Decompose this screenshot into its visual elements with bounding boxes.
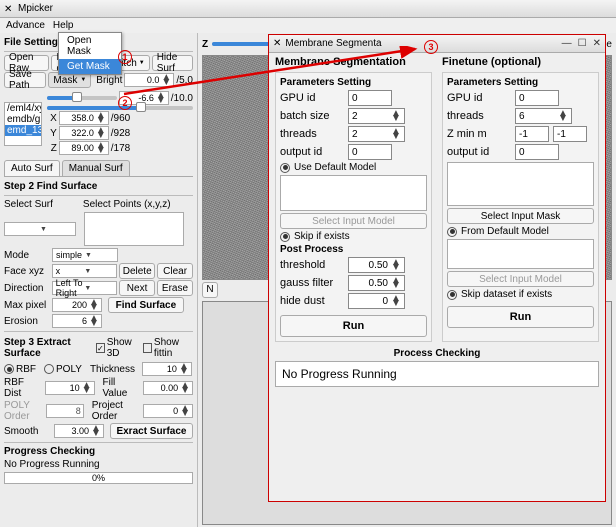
ft-output-input[interactable] [515, 144, 559, 160]
get-mask-item[interactable]: Get Mask [59, 59, 121, 74]
x-spin[interactable]: ▲▼ [59, 111, 109, 125]
progress-status: No Progress Running [4, 459, 193, 470]
seg-model-text[interactable] [280, 175, 427, 211]
next-button[interactable]: Next [119, 280, 155, 296]
left-panel: File Setting Open Raw Load config Switch… [0, 33, 198, 527]
ft-zmax-input[interactable] [553, 126, 587, 142]
bright-slider[interactable] [47, 96, 117, 100]
step2-title: Step 2 Find Surface [4, 181, 193, 192]
threshold-input[interactable]: ▲▼ [348, 257, 405, 273]
minimize-icon[interactable]: — [562, 38, 572, 49]
bright-max: /5.0 [176, 75, 193, 86]
select-input-model-button: Select Input Model [280, 213, 427, 229]
progress-title: Progress Checking [4, 446, 193, 457]
ft-threads-input[interactable]: ▲▼ [515, 108, 572, 124]
badge-1: 1 [118, 50, 132, 64]
ft-model-text[interactable] [447, 239, 594, 269]
find-surface-button[interactable]: Find Surface [108, 297, 184, 313]
progress-bar: 0% [4, 472, 193, 484]
close-icon[interactable]: ✕ [593, 38, 601, 49]
z-label: Z [202, 39, 208, 50]
polyorder-spin [46, 404, 84, 418]
fillvalue-spin[interactable]: ▲▼ [143, 381, 193, 395]
ft-mask-text[interactable] [447, 162, 594, 206]
face-combo[interactable]: x▼ [52, 264, 118, 278]
overlay-title: Membrane Segmenta [285, 38, 381, 49]
points-list[interactable] [84, 212, 184, 246]
select-input-mask-button[interactable]: Select Input Mask [447, 208, 594, 224]
select-surf-label: Select Surf [4, 199, 53, 210]
show3d-check[interactable]: ✓ [96, 343, 105, 353]
erosion-spin[interactable]: ▲▼ [52, 314, 102, 328]
showfit-check[interactable] [143, 343, 152, 353]
app-title: Mpicker [18, 3, 53, 14]
direction-combo[interactable]: Left To Right▼ [52, 281, 118, 295]
tab-auto-surf[interactable]: Auto Surf [4, 160, 60, 176]
seg-run-button[interactable]: Run [280, 315, 427, 337]
ft-gpu-input[interactable] [515, 90, 559, 106]
maxpixel-spin[interactable]: ▲▼ [52, 298, 102, 312]
ft-select-input-model-button: Select Input Model [447, 271, 594, 287]
badge-3: 3 [424, 40, 438, 54]
seg-batch-input[interactable]: ▲▼ [348, 108, 405, 124]
ft-zmin-input[interactable] [515, 126, 549, 142]
select-surf-combo[interactable]: ▼ [4, 222, 76, 236]
maximize-icon[interactable]: ☐ [578, 38, 587, 49]
skip-dataset-radio[interactable] [447, 290, 457, 300]
smooth-spin[interactable]: ▲▼ [54, 424, 104, 438]
app-titlebar: ✕ Mpicker [0, 0, 616, 18]
menu-advance[interactable]: Advance [6, 20, 45, 31]
file-list[interactable]: /eml4/xyan/ emdb/gui_re emd_13771 [4, 102, 42, 146]
skip-exists-radio[interactable] [280, 232, 290, 242]
overlay-icon: ✕ [273, 38, 281, 49]
y-spin[interactable]: ▲▼ [59, 126, 109, 140]
use-default-radio[interactable] [280, 163, 290, 173]
seg-gpu-input[interactable] [348, 90, 392, 106]
extract-surface-button[interactable]: Exract Surface [110, 423, 193, 439]
membrane-seg-window: ✕ Membrane Segmenta — ☐ ✕ Membrane Segme… [268, 34, 606, 502]
save-path-button[interactable]: Save Path [4, 72, 46, 88]
proc-check-title: Process Checking [275, 348, 599, 359]
seg-panel: Parameters Setting GPU id batch size▲▼ t… [275, 72, 432, 342]
step3-title: Step 3 Extract Surface [4, 337, 94, 359]
app-icon: ✕ [4, 4, 14, 14]
menubar: Advance Help [0, 18, 616, 33]
bright-label: Bright [96, 75, 122, 86]
from-default-radio[interactable] [447, 227, 457, 237]
hdr-right: Finetune (optional) [442, 56, 599, 68]
mask-dropdown: Open Mask Get Mask [58, 32, 122, 75]
select-points-label: Select Points (x,y,z) [83, 199, 171, 210]
gauss-input[interactable]: ▲▼ [348, 275, 405, 291]
rbf-radio[interactable] [4, 364, 14, 374]
rbfdist-spin[interactable]: ▲▼ [45, 381, 95, 395]
thickness-spin[interactable]: ▲▼ [142, 362, 192, 376]
dust-input[interactable]: ▲▼ [348, 293, 405, 309]
seg-output-input[interactable] [348, 144, 392, 160]
tab-manual-surf[interactable]: Manual Surf [62, 160, 130, 176]
projectorder-spin[interactable]: ▲▼ [143, 404, 193, 418]
menu-help[interactable]: Help [53, 20, 74, 31]
file-item-2[interactable]: emd_13771 [5, 125, 41, 136]
badge-2: 2 [118, 96, 132, 110]
proc-status-box: No Progress Running [275, 361, 599, 387]
mode-combo[interactable]: simple▼ [52, 248, 118, 262]
delete-button[interactable]: Delete [119, 263, 155, 279]
hide-surf-button[interactable]: Hide Surf [152, 55, 193, 71]
ft-run-button[interactable]: Run [447, 306, 594, 328]
finetune-panel: Parameters Setting GPU id threads▲▼ Z mi… [442, 72, 599, 342]
image-nav-button[interactable]: N [202, 282, 218, 298]
erase-button[interactable]: Erase [157, 280, 193, 296]
seg-threads-input[interactable]: ▲▼ [348, 126, 405, 142]
clear-button[interactable]: Clear [157, 263, 193, 279]
poly-radio[interactable] [44, 364, 54, 374]
hdr-left: Membrane Segmentation [275, 56, 432, 68]
file-item-0[interactable]: /eml4/xyan/ [5, 103, 41, 114]
z-spin[interactable]: ▲▼ [59, 141, 109, 155]
surf-tabs: Auto Surf Manual Surf [4, 160, 193, 177]
file-item-1[interactable]: emdb/gui_re [5, 114, 41, 125]
upper-max: /10.0 [171, 93, 193, 104]
bright-spin[interactable]: ▲▼ [124, 73, 174, 87]
open-mask-item[interactable]: Open Mask [59, 33, 121, 59]
